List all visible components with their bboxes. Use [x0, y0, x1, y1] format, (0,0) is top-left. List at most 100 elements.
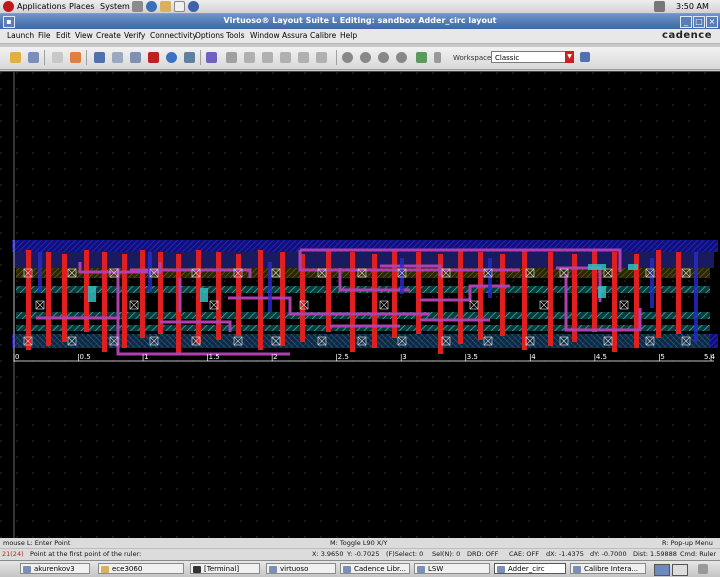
prompt-bar: 21(24) Point at the first point of the r…: [0, 548, 720, 560]
help-icon[interactable]: [188, 1, 199, 12]
window-icon: [269, 566, 277, 573]
menu-file[interactable]: File: [38, 31, 51, 40]
workspace-save-icon[interactable]: [580, 52, 590, 62]
maximize-icon[interactable]: □: [693, 16, 705, 28]
zoom-out-icon[interactable]: [378, 52, 389, 63]
menu-verify[interactable]: Verify: [124, 31, 145, 40]
minimize-icon[interactable]: _: [680, 16, 692, 28]
layout-canvas[interactable]: 0 0.5 1 1.5 2 2.5 3 3.5 4 4.5 5 5.4: [0, 71, 720, 539]
taskbar-item[interactable]: akurenkov3: [20, 563, 90, 574]
menu-assura[interactable]: Assura: [282, 31, 307, 40]
mail-icon[interactable]: [160, 1, 171, 12]
menu-options[interactable]: Options: [195, 31, 224, 40]
y-coordinate: Y: -0.7025: [347, 550, 380, 558]
window-title: Virtuoso® Layout Suite L Editing: sandbo…: [223, 16, 497, 25]
folder-icon: [101, 566, 109, 573]
menu-applications[interactable]: Applications: [17, 1, 66, 12]
browser-icon[interactable]: [146, 1, 157, 12]
workspace-label: Workspace:: [453, 54, 494, 62]
red-hat-icon[interactable]: [3, 1, 14, 12]
menu-launch[interactable]: Launch: [7, 31, 34, 40]
properties-icon[interactable]: [166, 52, 177, 63]
toolbar-overflow-icon[interactable]: [434, 52, 441, 63]
menu-edit[interactable]: Edit: [56, 31, 71, 40]
top-panel: Applications Places System 3:50 AM: [0, 0, 720, 14]
poly-gate: [140, 250, 145, 338]
dx-value: dX: -1.4375: [546, 550, 584, 558]
ruler-tick-label: 4: [531, 353, 536, 361]
copy-icon[interactable]: [112, 52, 123, 63]
taskbar-item[interactable]: Calibre Intera...: [570, 563, 646, 574]
workspace-select[interactable]: Classic: [491, 51, 573, 63]
mouse-middle-hint: M: Toggle L90 X/Y: [330, 539, 388, 547]
terminal-icon: [193, 566, 201, 573]
ruler-tick-label: 3: [402, 353, 406, 361]
undo-icon[interactable]: [52, 52, 63, 63]
toolbar: Workspace:: [0, 47, 720, 70]
menu-create[interactable]: Create: [96, 31, 121, 40]
poly-gate: [258, 250, 263, 350]
trash-icon[interactable]: [698, 564, 708, 574]
delete-icon[interactable]: [148, 52, 159, 63]
pin-icon[interactable]: [298, 52, 309, 63]
path-icon[interactable]: [226, 52, 237, 63]
instance-icon[interactable]: [206, 52, 217, 63]
via-icon[interactable]: [316, 52, 327, 63]
zoom-area-icon[interactable]: [396, 52, 407, 63]
select-count: (F)Select: 0: [386, 550, 424, 558]
clock[interactable]: 3:50 AM: [676, 1, 709, 12]
redraw-icon[interactable]: [416, 52, 427, 63]
taskbar-item[interactable]: Cadence Libr...: [340, 563, 410, 574]
ruler-tick-label: 0.5: [80, 353, 91, 361]
window-titlebar[interactable]: ▪ Virtuoso® Layout Suite L Editing: sand…: [0, 14, 720, 29]
cadence-logo: cadence: [662, 30, 712, 41]
toolbar-separator: [200, 50, 201, 65]
menu-system[interactable]: System: [100, 1, 130, 12]
poly-gate: [500, 254, 505, 336]
zoom-fit-icon[interactable]: [342, 52, 353, 63]
menu-help[interactable]: Help: [340, 31, 357, 40]
redo-icon[interactable]: [70, 52, 81, 63]
chevron-down-icon[interactable]: ▼: [565, 51, 574, 63]
menu-window[interactable]: Window: [250, 31, 280, 40]
workspace-switcher-icon[interactable]: [672, 564, 688, 576]
taskbar-item-active[interactable]: Adder_circ: [494, 563, 566, 574]
taskbar: akurenkov3 ece3060 [Terminal] virtuoso C…: [0, 560, 720, 577]
label-icon[interactable]: [280, 52, 291, 63]
menu-connectivity[interactable]: Connectivity: [150, 31, 197, 40]
taskbar-item[interactable]: ece3060: [98, 563, 184, 574]
launcher-icon[interactable]: [132, 1, 143, 12]
poly-gate: [350, 252, 355, 352]
ruler-tick-label: 2.5: [338, 353, 349, 361]
hierarchy-icon[interactable]: [184, 52, 195, 63]
ruler-tick-label: 5.4: [704, 353, 716, 361]
poly-gate: [236, 254, 241, 336]
zoom-in-icon[interactable]: [360, 52, 371, 63]
poly-gate: [46, 252, 51, 346]
prompt-text: Point at the first point of the ruler:: [30, 550, 142, 558]
nimplant-region: [16, 334, 710, 348]
notes-icon[interactable]: [174, 1, 185, 12]
taskbar-item[interactable]: virtuoso: [266, 563, 336, 574]
stretch-icon[interactable]: [130, 52, 141, 63]
menu-places[interactable]: Places: [69, 1, 94, 12]
cae-status: CAE: OFF: [509, 550, 539, 558]
polygon-icon[interactable]: [262, 52, 273, 63]
move-icon[interactable]: [94, 52, 105, 63]
layout-drawing[interactable]: 0 0.5 1 1.5 2 2.5 3 3.5 4 4.5 5 5.4: [0, 72, 720, 538]
menu-bar: Launch File Edit View Create Verify Conn…: [0, 29, 720, 44]
poly-gate: [372, 254, 377, 348]
save-icon[interactable]: [28, 52, 39, 63]
drd-status: DRD: OFF: [467, 550, 499, 558]
ruler-tick-label: 0: [15, 353, 19, 361]
menu-calibre[interactable]: Calibre: [310, 31, 336, 40]
menu-view[interactable]: View: [75, 31, 93, 40]
close-icon[interactable]: ×: [706, 16, 718, 28]
menu-tools[interactable]: Tools: [226, 31, 244, 40]
rectangle-icon[interactable]: [244, 52, 255, 63]
workspace-switcher-icon[interactable]: [654, 564, 670, 576]
open-icon[interactable]: [10, 52, 21, 63]
taskbar-item[interactable]: LSW: [414, 563, 490, 574]
taskbar-item[interactable]: [Terminal]: [190, 563, 260, 574]
poly-gate: [216, 252, 221, 340]
